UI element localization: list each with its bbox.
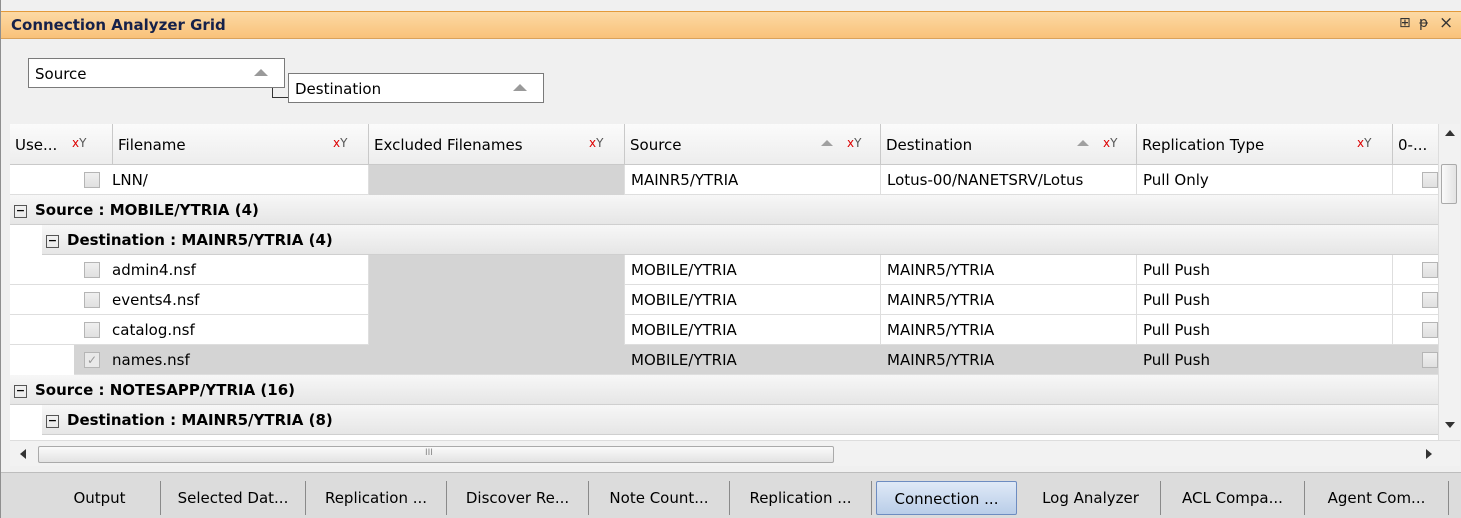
column-header-destination[interactable]: Destination xY: [881, 124, 1137, 165]
group-row-destination[interactable]: − Destination : MAINR5/YTRIA (8): [42, 405, 1438, 435]
filter-icon[interactable]: xY: [847, 136, 861, 150]
tab-replication-2[interactable]: Replication ...: [730, 481, 872, 515]
tab-agent-compare[interactable]: Agent Com...: [1305, 481, 1449, 515]
tab-note-count[interactable]: Note Count...: [589, 481, 730, 515]
column-header-source[interactable]: Source xY: [625, 124, 881, 165]
row-checkbox[interactable]: [84, 292, 100, 308]
bottom-tab-bar: Output Selected Dat... Replication ... D…: [1, 472, 1461, 518]
group-by-destination[interactable]: Destination: [288, 73, 544, 103]
column-header-excluded-filenames[interactable]: Excluded Filenames xY: [369, 124, 625, 165]
group-by-source-label: Source: [35, 65, 87, 83]
row-checkbox[interactable]: [1422, 292, 1438, 308]
filter-icon[interactable]: xY: [72, 136, 86, 150]
cell-replication-type: Pull Only: [1137, 165, 1393, 195]
sort-ascending-icon: [513, 84, 527, 91]
table-row[interactable]: admin4.nsf MOBILE/YTRIA MAINR5/YTRIA Pul…: [10, 255, 1438, 285]
group-by-source[interactable]: Source: [28, 58, 285, 88]
connection-analyzer-panel: Connection Analyzer Grid ⊞ ᵽ × Source De…: [0, 0, 1461, 518]
scroll-down-icon[interactable]: [1445, 422, 1455, 428]
cell-destination: Lotus-00/NANETSRV/Lotus: [881, 165, 1137, 195]
tab-replication-1[interactable]: Replication ...: [306, 481, 447, 515]
column-header-filename[interactable]: Filename xY: [113, 124, 369, 165]
sort-ascending-icon: [254, 69, 268, 76]
horizontal-scrollbar[interactable]: III: [10, 440, 1460, 466]
collapse-icon[interactable]: −: [14, 385, 27, 398]
group-row-destination[interactable]: − Destination : MAINR5/YTRIA (4): [42, 225, 1438, 255]
tab-selected-data[interactable]: Selected Dat...: [161, 481, 306, 515]
dock-icon[interactable]: ᵽ: [1419, 15, 1428, 31]
row-checkbox[interactable]: [1422, 172, 1438, 188]
row-checkbox[interactable]: [84, 172, 100, 188]
data-grid: Use... xY Filename xY Excluded Filenames…: [10, 124, 1438, 440]
table-row-selected[interactable]: ✓ names.nsf MOBILE/YTRIA MAINR5/YTRIA Pu…: [74, 345, 1438, 375]
sort-ascending-icon: [821, 140, 833, 146]
scroll-right-icon[interactable]: [1426, 449, 1432, 459]
group-row-source[interactable]: − Source : NOTESAPP/YTRIA (16): [10, 375, 1438, 405]
cell-excluded: [369, 165, 625, 195]
sort-ascending-icon: [1077, 140, 1089, 146]
tab-acl-compare[interactable]: ACL Compa...: [1161, 481, 1305, 515]
column-header-replication-type[interactable]: Replication Type xY: [1137, 124, 1393, 165]
panel-title: Connection Analyzer Grid: [11, 16, 226, 34]
pin-icon[interactable]: ⊞: [1399, 15, 1411, 31]
column-header-extra[interactable]: 0-...: [1393, 124, 1438, 165]
filter-icon[interactable]: xY: [1103, 136, 1117, 150]
cell-source: MAINR5/YTRIA: [625, 165, 881, 195]
panel-title-bar: Connection Analyzer Grid ⊞ ᵽ ×: [1, 11, 1461, 39]
table-row[interactable]: LNN/ MAINR5/YTRIA Lotus-00/NANETSRV/Lotu…: [10, 165, 1438, 195]
row-checkbox[interactable]: [1422, 262, 1438, 278]
vertical-scrollbar[interactable]: [1438, 124, 1460, 440]
row-checkbox[interactable]: [1422, 322, 1438, 338]
filter-icon[interactable]: xY: [589, 136, 603, 150]
cell-filename: LNN/: [106, 165, 369, 195]
row-checkbox[interactable]: [84, 322, 100, 338]
column-header-use[interactable]: Use... xY: [10, 124, 113, 165]
row-checkbox-checked[interactable]: ✓: [84, 352, 100, 368]
group-connector: [272, 88, 288, 98]
scroll-left-icon[interactable]: [20, 449, 26, 459]
table-row[interactable]: events4.nsf MOBILE/YTRIA MAINR5/YTRIA Pu…: [10, 285, 1438, 315]
tab-log-analyzer[interactable]: Log Analyzer: [1021, 481, 1161, 515]
collapse-icon[interactable]: −: [46, 415, 59, 428]
collapse-icon[interactable]: −: [46, 235, 59, 248]
group-by-destination-label: Destination: [295, 80, 382, 98]
horizontal-scroll-thumb[interactable]: III: [38, 446, 834, 463]
collapse-icon[interactable]: −: [14, 205, 27, 218]
row-checkbox[interactable]: [1422, 352, 1438, 368]
tab-connection[interactable]: Connection ...: [876, 481, 1017, 515]
vertical-scroll-thumb[interactable]: [1441, 164, 1457, 204]
filter-icon[interactable]: xY: [333, 136, 347, 150]
tab-discover[interactable]: Discover Re...: [447, 481, 589, 515]
filter-icon[interactable]: xY: [1357, 136, 1371, 150]
table-row[interactable]: catalog.nsf MOBILE/YTRIA MAINR5/YTRIA Pu…: [10, 315, 1438, 345]
row-checkbox[interactable]: [84, 262, 100, 278]
scroll-grip-icon: III: [425, 448, 433, 458]
scroll-up-icon[interactable]: [1445, 130, 1455, 136]
group-row-source[interactable]: − Source : MOBILE/YTRIA (4): [10, 195, 1438, 225]
tab-output[interactable]: Output: [39, 481, 161, 515]
close-icon[interactable]: ×: [1439, 13, 1453, 33]
